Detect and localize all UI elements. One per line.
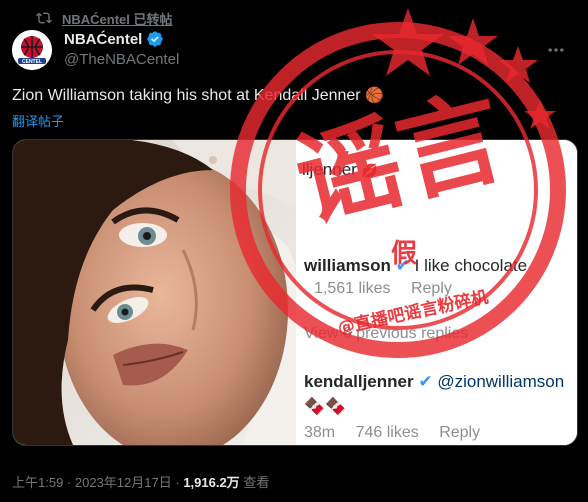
tweet-body: Zion Williamson taking his shot at Kenda… (12, 87, 361, 104)
tweet-text: Zion Williamson taking his shot at Kenda… (12, 86, 384, 105)
kendall-photo[interactable] (13, 140, 296, 445)
ig-likes: 1,561 likes (314, 280, 391, 297)
ig-reply-button: Reply (410, 280, 452, 297)
ig-reply-text: I like chocolate (414, 256, 528, 275)
tweet-media[interactable]: ll​jenner 💋 williamson ✔ I like chocolat… (12, 139, 578, 446)
author-display-name[interactable]: NBAĆentel (64, 31, 142, 48)
view-count: 1,916.2万 (183, 475, 240, 490)
ig-post-user-name: ll​jenner (302, 160, 357, 179)
verified-badge-icon (147, 31, 164, 47)
basketball-emoji-icon: 🏀 (365, 87, 384, 104)
chocolate-emoji-icon: 🍫🍫 (304, 397, 347, 416)
avatar[interactable]: CENTEL (12, 30, 52, 70)
more-options-icon[interactable] (546, 40, 566, 60)
tweet-time[interactable]: 上午1:59 (12, 475, 63, 490)
retweet-icon (36, 12, 52, 24)
ig-comment-verified-icon: ✔ (418, 372, 433, 391)
retweet-label[interactable]: NBAĆentel 已转帖 (62, 9, 173, 28)
ig-comment-meta: 38m 746 likes Reply (304, 424, 480, 442)
ig-mention: @zionwilliamson (437, 372, 565, 391)
ig-view-replies: View 6 previous replies (304, 325, 469, 342)
ig-reply: williamson ✔ I like chocolate (304, 256, 527, 276)
tweet-meta-row: 上午1:59 · 2023年12月17日 · 1,916.2万 查看 (12, 472, 269, 491)
lips-emoji-icon: 💋 (361, 163, 378, 178)
translate-post-link[interactable]: 翻译帖子 (12, 111, 64, 130)
stamp-stars-icon (372, 8, 556, 129)
portrait-image (13, 140, 296, 445)
tweet-date[interactable]: 2023年12月17日 (75, 475, 172, 490)
ig-post-user: ll​jenner 💋 (302, 160, 378, 180)
author-handle[interactable]: @TheNBACentel (64, 51, 179, 68)
ig-comment-reply: Reply (439, 424, 481, 441)
author-name[interactable]: NBAĆentel (64, 30, 164, 48)
ig-comment-likes: 746 likes (355, 424, 419, 441)
meta-separator-1: · (66, 475, 75, 490)
svg-text:CENTEL: CENTEL (22, 59, 42, 65)
ig-comment-user: kendalljenner (304, 372, 414, 391)
ig-comment-time: 38m (304, 424, 336, 441)
retweet-row: NBAĆentel 已转帖 (36, 9, 173, 27)
ig-reply-user: williamson (304, 256, 391, 275)
views-label: 查看 (243, 475, 270, 490)
ig-comment: kendalljenner ✔ @zionwilliamson (304, 372, 564, 392)
ig-reply-meta: 1,561 likes Reply (314, 280, 452, 298)
nba-centel-logo-icon: CENTEL (12, 30, 52, 70)
ig-verified-icon: ✔ (395, 256, 410, 275)
instagram-comment-screenshot: ll​jenner 💋 williamson ✔ I like chocolat… (296, 140, 577, 445)
